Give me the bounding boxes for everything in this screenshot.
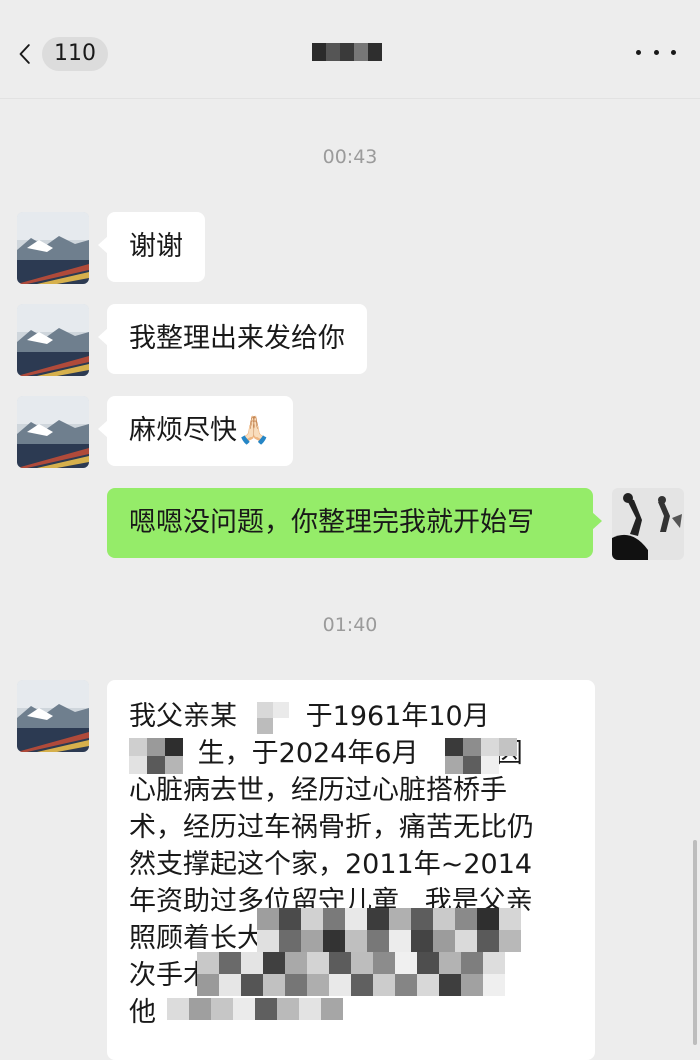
more-dot [653,49,659,55]
more-options-button[interactable] [636,40,676,64]
mountain-landscape-icon [17,680,89,752]
incoming-message-bubble[interactable]: 麻烦尽快🙏🏻 [98,396,293,466]
contact-avatar[interactable] [17,680,89,752]
more-dot [636,49,641,55]
scrollbar[interactable] [693,840,697,1045]
message-timestamp: 00:43 [322,146,378,168]
back-button[interactable]: 110 [18,34,108,74]
more-dot [671,49,676,55]
incoming-message-bubble[interactable]: 我整理出来发给你 [98,304,367,374]
chat-header: 110 [0,0,700,99]
message-timestamp: 01:40 [322,614,378,636]
mountain-landscape-icon [17,396,89,468]
outgoing-message-bubble[interactable]: 嗯嗯没问题，你整理完我就开始写 [107,488,602,558]
contact-avatar[interactable] [17,396,89,468]
incoming-long-message-bubble[interactable]: 我父亲某 于1961年10月 生，于2024年6月 因 心脏病去世，经历过心脏搭… [107,680,595,1060]
mountain-landscape-icon [17,304,89,376]
contact-avatar[interactable] [17,212,89,284]
user-avatar[interactable] [612,488,684,560]
mountain-landscape-icon [17,212,89,284]
chat-title-redacted [312,43,382,61]
unread-count-badge: 110 [42,37,108,71]
figures-silhouette-icon [612,488,684,560]
incoming-message-bubble[interactable]: 谢谢 [98,212,205,282]
chevron-left-icon [19,44,30,64]
contact-avatar[interactable] [17,304,89,376]
